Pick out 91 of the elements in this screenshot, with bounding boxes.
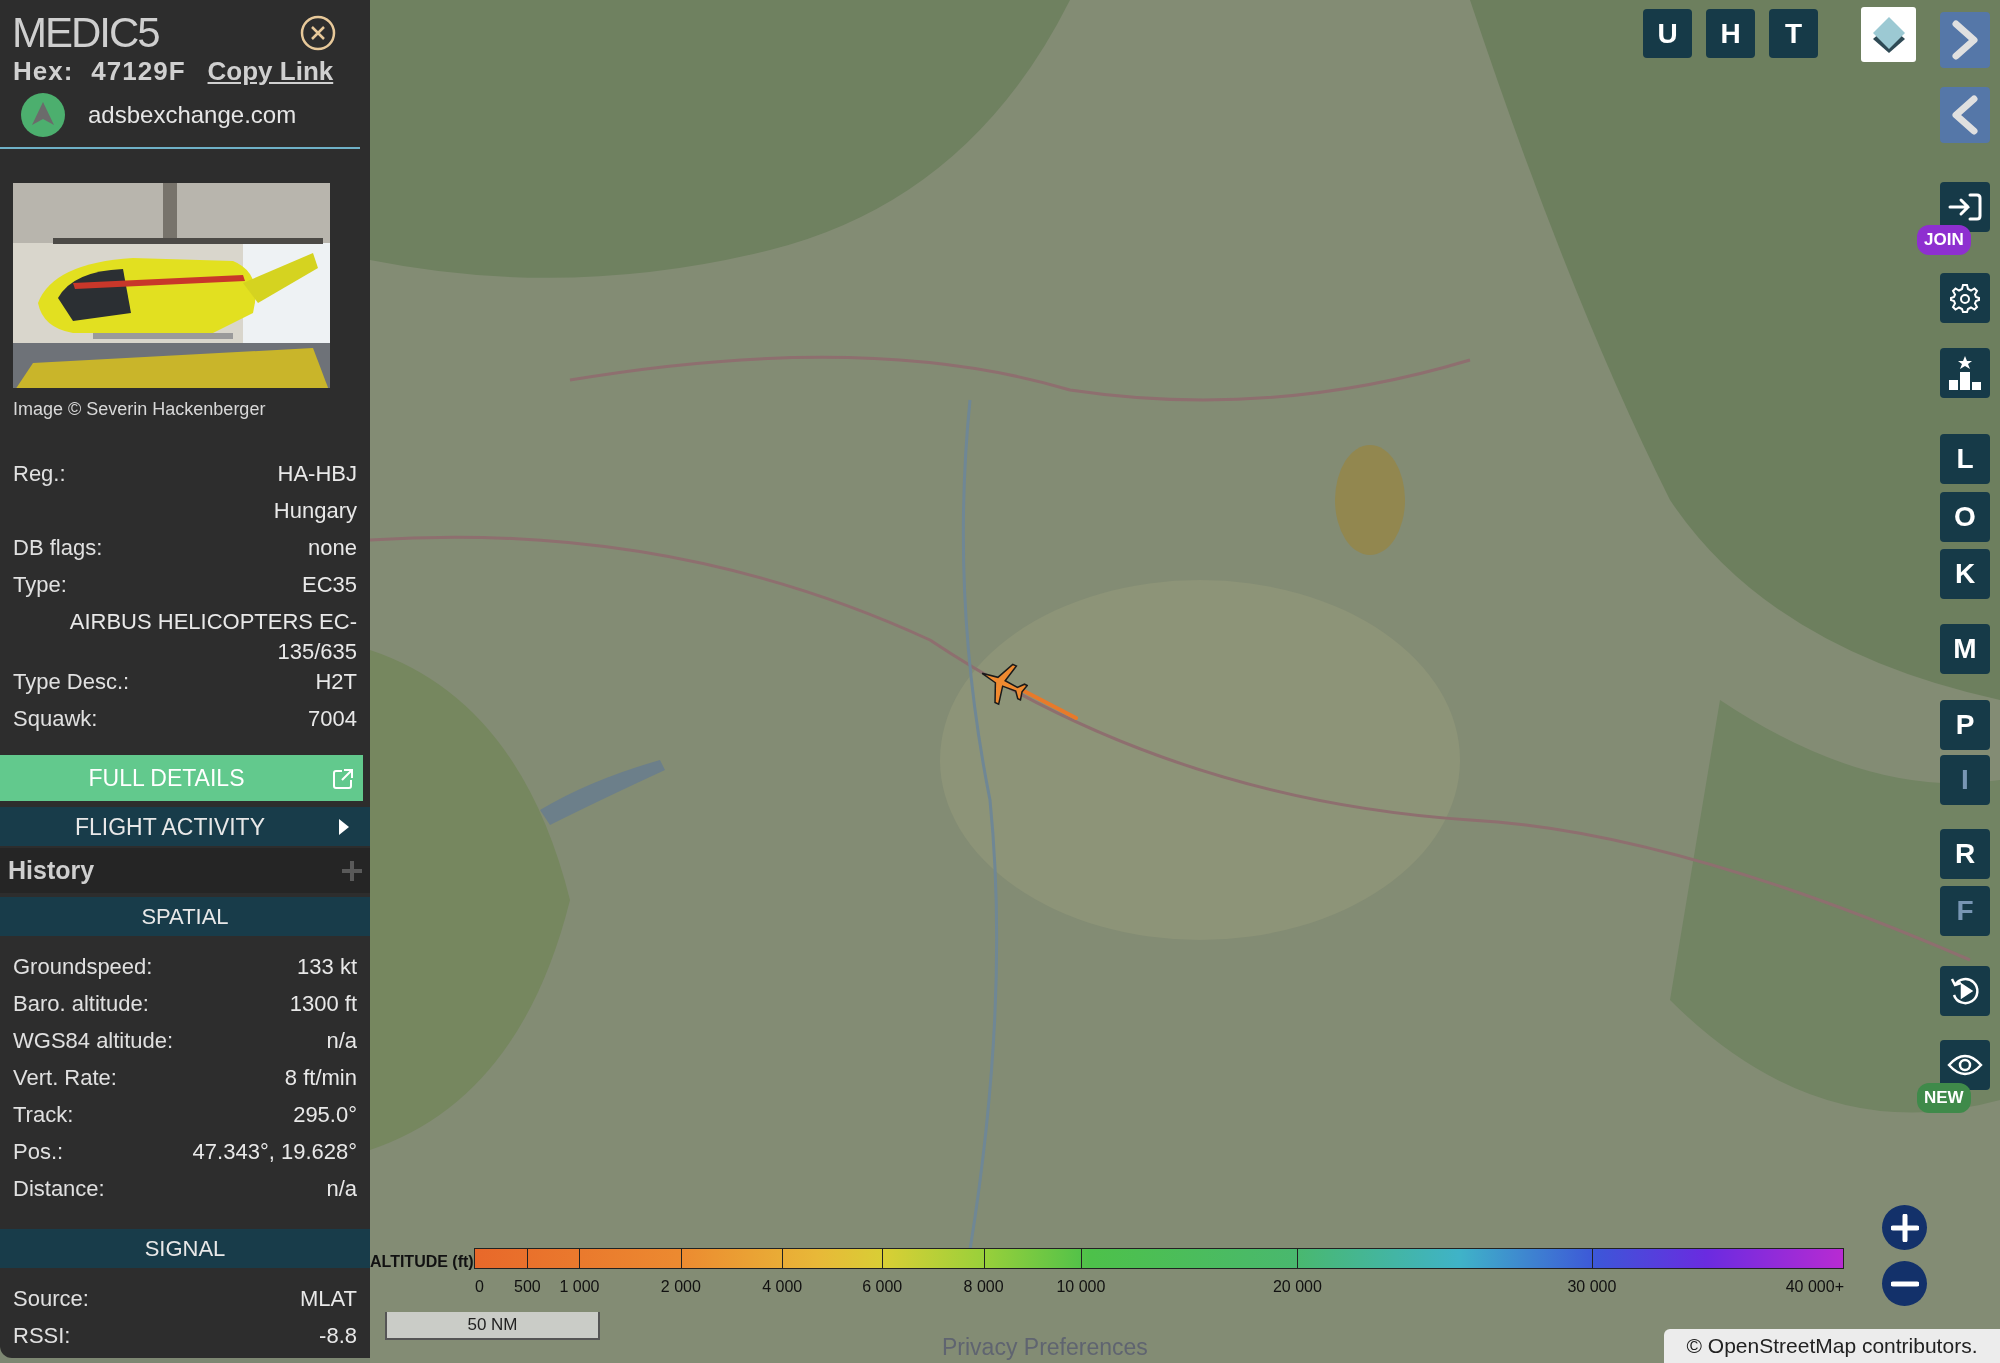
expand-icon [342,860,362,881]
field-value: AIRBUS HELICOPTERS EC-135/635 [68,607,357,666]
logo-icon [20,91,66,138]
flight-track [1020,688,1078,720]
replay-button[interactable] [1940,966,1990,1016]
section-header: SPATIAL [0,897,370,937]
leaderboard-button[interactable] [1940,348,1990,398]
layers-button[interactable] [1861,7,1916,62]
field-label: DB flags: [13,533,103,562]
field-label: WGS84 altitude: [13,1027,174,1056]
field-value: Hungary [273,496,357,525]
toolbar-button[interactable]: F [1940,886,1990,936]
field-value: 1300 ft [289,990,357,1019]
tick-label: 10 000 [1056,1277,1106,1297]
chevron-left-icon [1950,95,1980,135]
plus-icon [1890,1213,1919,1242]
field-value: MLAT [299,1285,357,1313]
field-value: n/a [326,1027,357,1056]
caret-icon [338,819,350,836]
field-value: n/a [326,1175,357,1204]
tick-label: 0 [475,1277,484,1297]
field-value: -8.8 [319,1322,357,1350]
tick-label: 6 000 [862,1277,903,1297]
field-value: 295.0° [293,1101,357,1130]
flight-activity-button[interactable]: FLIGHT ACTIVITY [0,807,370,847]
toolbar-button[interactable]: O [1940,492,1990,542]
badge: JOIN [1917,225,1971,255]
toolbar-button[interactable]: H [1706,9,1755,58]
toolbar-button[interactable]: K [1940,549,1990,599]
next-button[interactable] [1940,12,1990,68]
toolbar-button[interactable]: L [1940,434,1990,484]
field-label: Squawk: [13,704,98,733]
tick-label: 2 000 [660,1277,701,1297]
field-value: 7004 [308,704,357,733]
field-label: Source: [13,1285,89,1313]
toolbar-button[interactable]: R [1940,829,1990,879]
settings-button[interactable] [1940,273,1990,323]
field-label: Baro. altitude: [13,990,149,1019]
replay-icon [1949,975,1981,1007]
field-value: EC35 [301,570,357,599]
section-title: History [8,854,95,886]
badge: NEW [1917,1083,1971,1113]
field-value: 133 kt [297,953,357,982]
field-label: Vert. Rate: [13,1064,117,1093]
toolbar-button[interactable]: U [1643,9,1692,58]
hex-code: 47129F [91,55,186,89]
field-value: 8 ft/min [284,1064,357,1093]
sign-in-icon [1948,192,1982,222]
tick-label: 500 [514,1277,541,1297]
external-link-icon [331,766,355,791]
tick-label: 40 000+ [1785,1277,1844,1297]
field-value: none [308,533,357,562]
field-label: RSSI: [13,1322,71,1350]
field-label: Distance: [13,1175,105,1204]
map-attribution: © OpenStreetMap contributors. [1664,1329,2000,1363]
toolbar-button[interactable]: M [1940,624,1990,674]
podium-icon [1949,356,1981,390]
previous-button[interactable] [1940,87,1990,143]
hex-label: Hex: [13,55,74,89]
field-label: Track: [13,1101,74,1130]
toolbar-button[interactable]: I [1940,755,1990,805]
tick-label: 4 000 [762,1277,803,1297]
tick-label: 8 000 [963,1277,1004,1297]
view-button[interactable] [1940,1040,1990,1090]
photo-credit: Image © Severin Hackenberger [12,397,267,421]
section-header: SIGNAL [0,1229,370,1268]
field-label: Type Desc.: [13,667,130,696]
settings-icon [1950,283,1980,313]
site-name: adsbexchange.com [88,99,297,130]
field-value: HA-HBJ [277,459,357,488]
tick-label: 30 000 [1567,1277,1617,1297]
field-label: Type: [13,570,67,599]
tick-label: 20 000 [1272,1277,1322,1297]
aircraft-callsign: MEDIC5 [12,12,159,55]
field-label: Reg.: [13,459,66,488]
scale-bar: 50 NM [385,1312,600,1340]
eye-icon [1947,1053,1983,1077]
tick-label: 1 000 [559,1277,600,1297]
field-value: 47.343°, 19.628° [192,1138,357,1167]
field-label: Pos.: [13,1138,64,1167]
close-button[interactable] [300,15,336,52]
toolbar-button[interactable]: P [1940,700,1990,750]
toolbar-button[interactable]: T [1769,9,1818,58]
field-label: Groundspeed: [13,953,153,982]
minus-icon [1890,1280,1919,1287]
join-button[interactable] [1940,182,1990,232]
legend-title: ALTITUDE (ft) [370,1252,474,1272]
history-header[interactable]: History [0,848,370,894]
chevron-right-icon [1950,20,1980,60]
field-value: H2T [315,667,357,696]
copy-link[interactable]: Copy Link [207,52,334,92]
